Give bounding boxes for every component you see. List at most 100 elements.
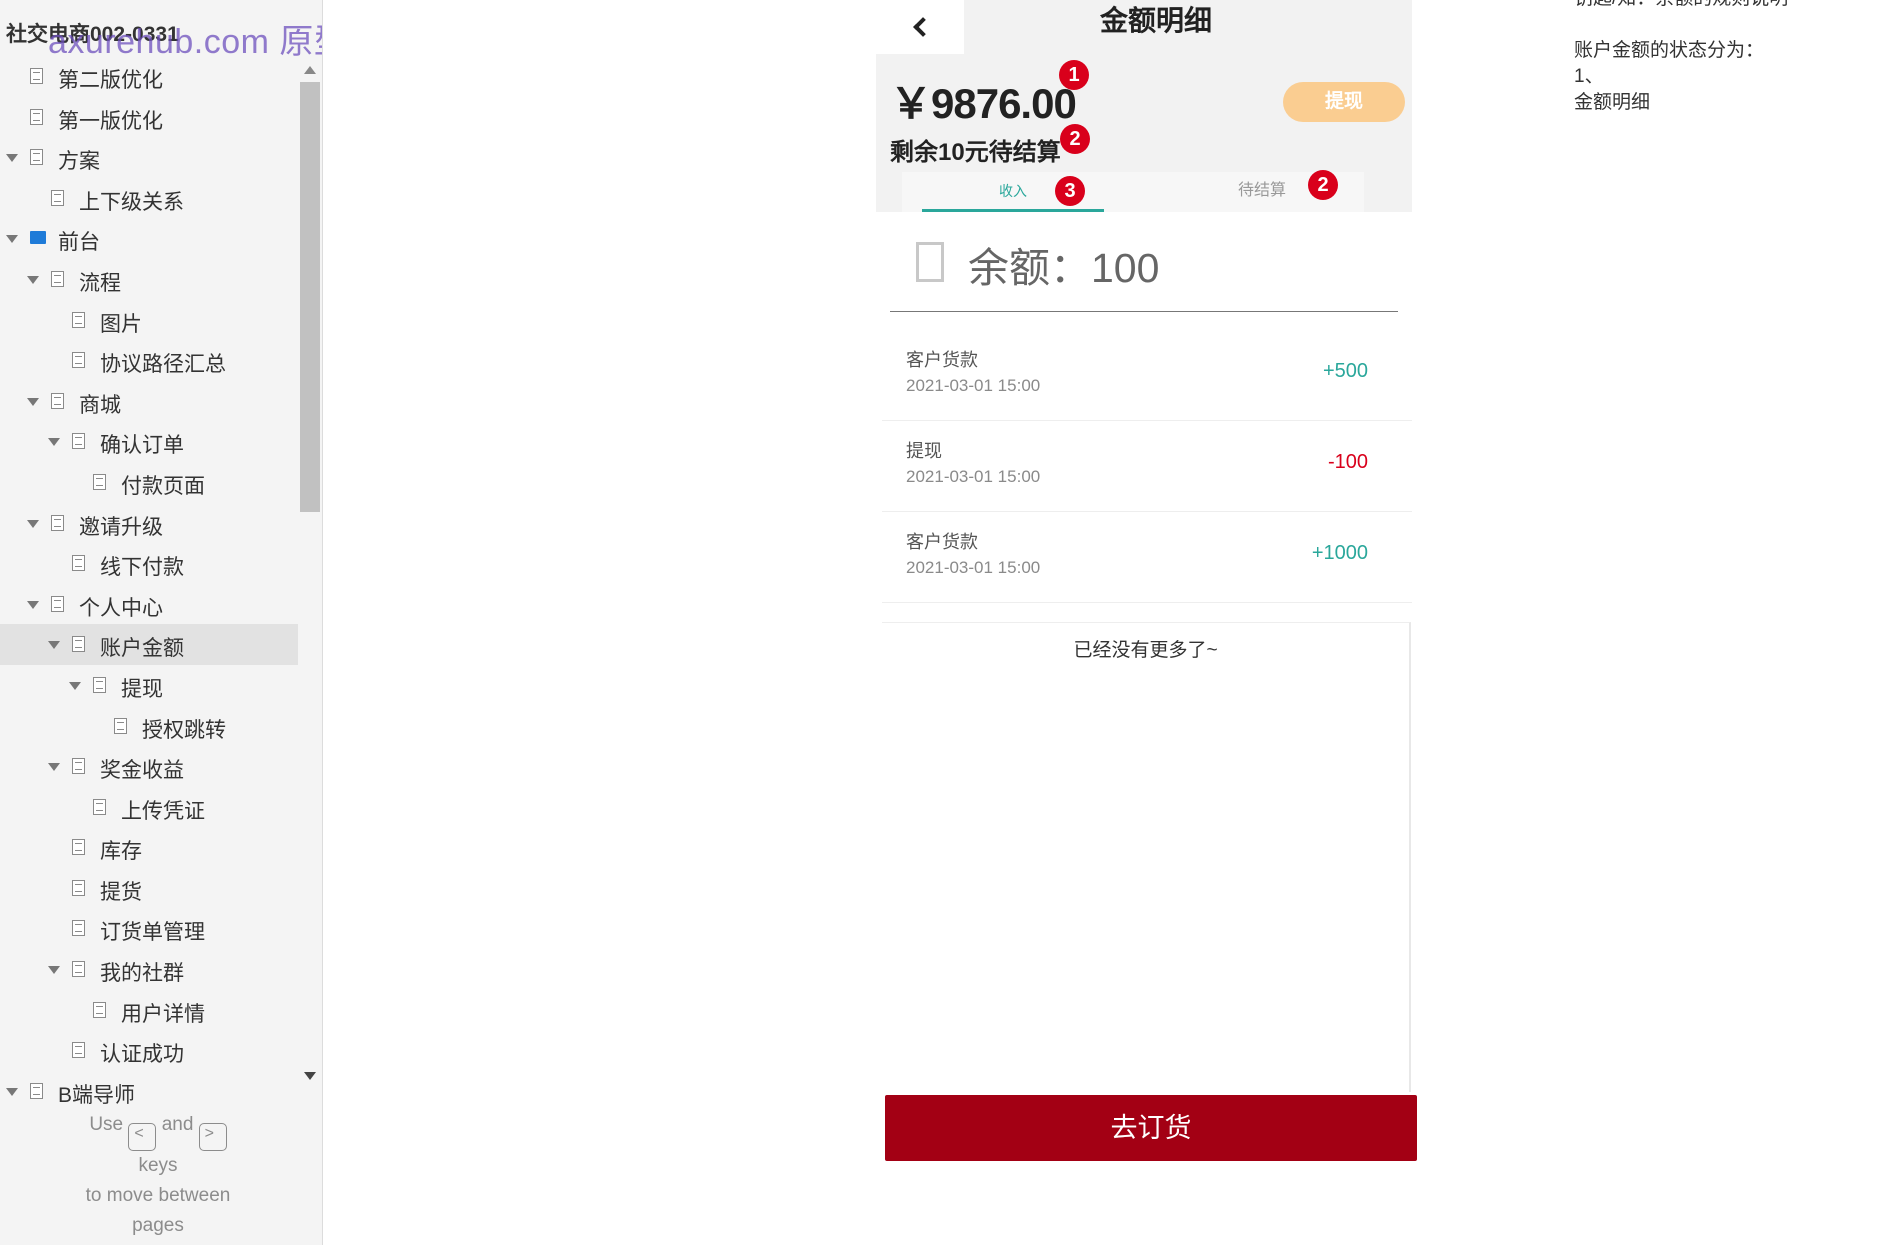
- sidebar-item-label: 商城: [79, 393, 121, 417]
- transaction-row[interactable]: 提现 2021-03-01 15:00 -100: [882, 421, 1412, 512]
- folder-icon: [30, 231, 46, 245]
- sidebar-item-label: 订货单管理: [100, 921, 205, 945]
- sidebar-item[interactable]: 奖金收益: [0, 746, 298, 787]
- list-end-panel: 已经没有更多了~: [882, 622, 1411, 1092]
- transaction-time: 2021-03-01 15:00: [906, 467, 1041, 486]
- sidebar-item[interactable]: 认证成功: [0, 1030, 298, 1071]
- pending-settlement-text: 剩余10元待结算: [890, 139, 1061, 166]
- withdraw-button[interactable]: 提现: [1283, 82, 1405, 122]
- expand-arrow-icon[interactable]: [27, 275, 39, 284]
- sidebar-item-label: 提现: [121, 677, 163, 701]
- page-icon: [30, 68, 43, 84]
- sidebar-item[interactable]: 方案: [0, 137, 298, 178]
- keyboard-navigation-hint: Use < and > keys to move between pages: [60, 1110, 256, 1241]
- sidebar-item-label: 前台: [58, 231, 100, 255]
- balance-label: 余额：100: [968, 245, 1160, 291]
- page-tree: 第二版优化第一版优化方案上下级关系前台流程图片协议路径汇总商城确认订单付款页面邀…: [0, 56, 298, 1111]
- balance-amount: ￥9876.00: [890, 80, 1077, 127]
- expand-arrow-icon[interactable]: [48, 438, 60, 447]
- back-button[interactable]: [876, 0, 964, 54]
- hint-and-text: and: [161, 1114, 194, 1135]
- sidebar-item[interactable]: 商城: [0, 381, 298, 422]
- sidebar-item-label: 认证成功: [100, 1043, 184, 1067]
- page-icon: [93, 1001, 106, 1018]
- balance-row: 余额：100: [876, 212, 1412, 312]
- page-icon: [72, 433, 85, 450]
- tab-pending[interactable]: 待结算: [1202, 172, 1322, 212]
- sidebar-scrollbar[interactable]: [299, 62, 321, 1082]
- page-icon: [93, 473, 106, 490]
- sidebar-item[interactable]: 图片: [0, 300, 298, 341]
- transaction-time: 2021-03-01 15:00: [906, 376, 1041, 395]
- sitemap-sidebar: 社交电商002-0331 axurehub.com 原型资源站 第二版优化第一版…: [0, 0, 323, 1245]
- sidebar-item[interactable]: 上下级关系: [0, 178, 298, 219]
- annotation-badge-2-tab: 2: [1308, 170, 1338, 200]
- transaction-row[interactable]: 客户货款 2021-03-01 15:00 +500: [882, 330, 1412, 421]
- sidebar-item[interactable]: 流程: [0, 259, 298, 300]
- balance-checkbox[interactable]: [916, 242, 944, 282]
- expand-arrow-icon[interactable]: [48, 763, 60, 772]
- expand-arrow-icon[interactable]: [27, 600, 39, 609]
- page-icon: [72, 352, 85, 369]
- hint-line2: to move between: [85, 1185, 231, 1206]
- sidebar-item-label: 流程: [79, 271, 121, 295]
- sidebar-item[interactable]: 上传凭证: [0, 787, 298, 828]
- expand-arrow-icon[interactable]: [27, 397, 39, 406]
- notes-line-1: 账户金额的状态分为：: [1574, 40, 1765, 61]
- sidebar-item-label: 个人中心: [79, 596, 163, 620]
- sidebar-item[interactable]: 邀请升级: [0, 503, 298, 544]
- sidebar-item[interactable]: 前台: [0, 218, 298, 259]
- scroll-down-arrow-icon[interactable]: [304, 1072, 316, 1080]
- sidebar-item[interactable]: 确认订单: [0, 421, 298, 462]
- notes-line-2: 1、: [1574, 66, 1604, 87]
- sidebar-item-label: 邀请升级: [79, 515, 163, 539]
- sidebar-item[interactable]: 协议路径汇总: [0, 340, 298, 381]
- scroll-up-arrow-icon[interactable]: [304, 66, 316, 74]
- divider: [890, 311, 1398, 312]
- sidebar-item[interactable]: 库存: [0, 827, 298, 868]
- sidebar-item[interactable]: 账户金额: [0, 624, 298, 665]
- sidebar-item[interactable]: 授权跳转: [0, 706, 298, 747]
- sidebar-item[interactable]: 第一版优化: [0, 97, 298, 138]
- page-icon: [72, 758, 85, 775]
- hint-keys-text: keys: [138, 1155, 178, 1176]
- page-icon: [72, 555, 85, 572]
- sidebar-item-label: 第二版优化: [58, 69, 163, 92]
- expand-arrow-icon[interactable]: [6, 1087, 18, 1096]
- sidebar-item-label: 方案: [58, 150, 100, 174]
- page-icon: [51, 514, 64, 531]
- expand-arrow-icon[interactable]: [48, 641, 60, 650]
- expand-arrow-icon[interactable]: [48, 966, 60, 975]
- expand-arrow-icon[interactable]: [6, 154, 18, 163]
- expand-arrow-icon[interactable]: [6, 235, 18, 244]
- go-order-button[interactable]: 去订货: [885, 1095, 1417, 1161]
- sidebar-item-label: 协议路径汇总: [100, 353, 226, 377]
- annotation-badge-1: 1: [1059, 60, 1089, 90]
- scroll-thumb[interactable]: [300, 82, 320, 512]
- page-icon: [51, 270, 64, 287]
- annotation-notes: 钥匙/知：余额的规则说明 账户金额的状态分为： 1、 金额明细: [1574, 0, 1874, 116]
- hint-use-text: Use: [89, 1114, 124, 1135]
- expand-arrow-icon[interactable]: [69, 681, 81, 690]
- page-icon: [72, 961, 85, 978]
- balance-header: 金额明细 ￥9876.00 1 提现 剩余10元待结算 2 收入 待结算 3 2: [876, 0, 1412, 212]
- page-icon: [93, 798, 106, 815]
- sidebar-item[interactable]: 订货单管理: [0, 908, 298, 949]
- notes-line-3: 金额明细: [1574, 92, 1651, 113]
- sidebar-item[interactable]: 第二版优化: [0, 56, 298, 97]
- sidebar-item-label: 上传凭证: [121, 799, 205, 823]
- expand-arrow-icon[interactable]: [27, 519, 39, 528]
- sidebar-item[interactable]: 线下付款: [0, 543, 298, 584]
- sidebar-item[interactable]: 提现: [0, 665, 298, 706]
- transaction-row[interactable]: 客户货款 2021-03-01 15:00 +1000: [882, 512, 1412, 603]
- sidebar-item[interactable]: 付款页面: [0, 462, 298, 503]
- sidebar-item-label: 付款页面: [121, 474, 205, 498]
- sidebar-item[interactable]: 个人中心: [0, 584, 298, 625]
- sidebar-item-label: 确认订单: [100, 434, 184, 458]
- sidebar-item[interactable]: 提货: [0, 868, 298, 909]
- sidebar-item[interactable]: 用户详情: [0, 990, 298, 1031]
- sidebar-item[interactable]: 我的社群: [0, 949, 298, 990]
- sidebar-item-label: 库存: [100, 840, 142, 864]
- sidebar-item[interactable]: B端导师: [0, 1071, 298, 1112]
- page-icon: [72, 636, 85, 653]
